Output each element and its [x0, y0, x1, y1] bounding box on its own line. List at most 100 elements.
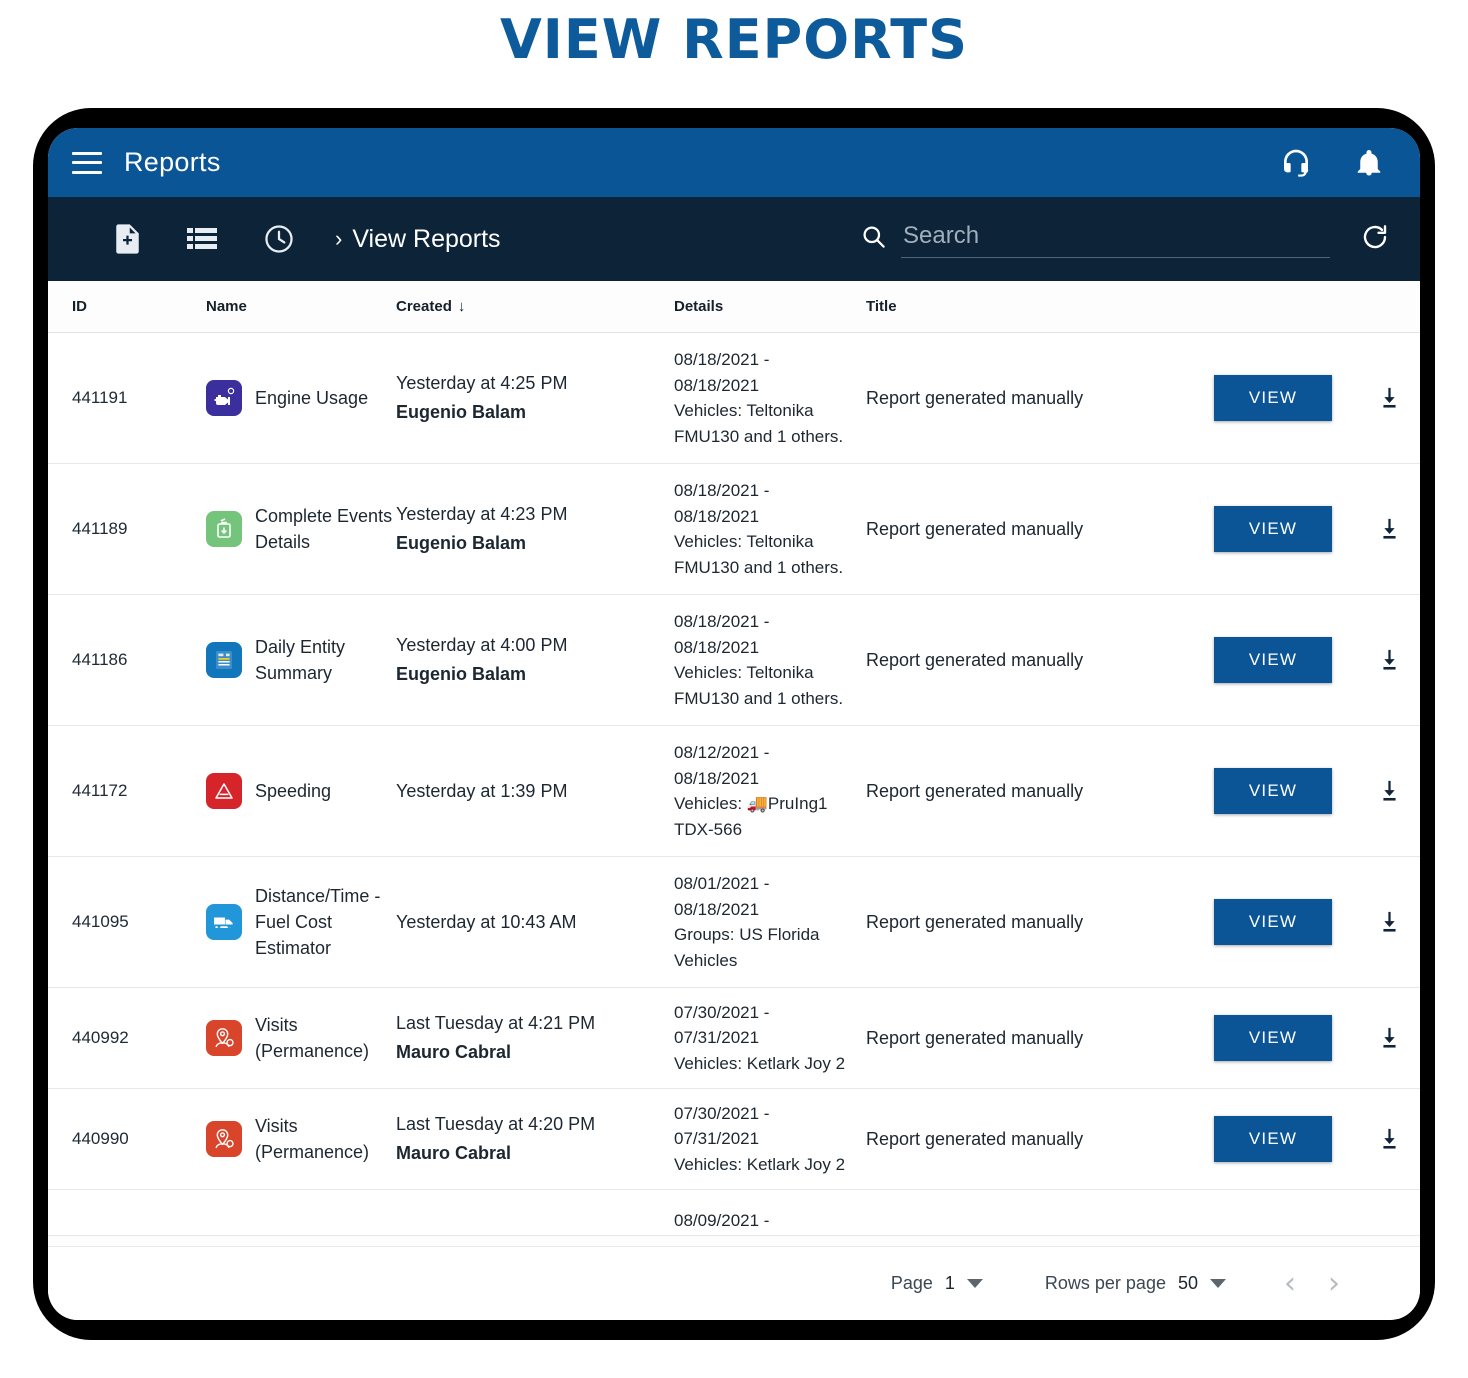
list-icon[interactable] — [187, 226, 217, 252]
report-id: 441189 — [72, 519, 128, 538]
column-header-name[interactable]: Name — [206, 298, 396, 315]
details-line: TDX-566 — [674, 819, 743, 839]
download-icon[interactable] — [1376, 515, 1403, 543]
cell-actions: VIEW — [1214, 768, 1420, 814]
table-row[interactable]: 440992 Visits (Permanence) Last Tuesday at… — [48, 988, 1420, 1089]
details-line: Vehicles: Teltonika — [674, 663, 814, 682]
view-button[interactable]: VIEW — [1214, 1116, 1332, 1162]
cell-actions: VIEW — [1214, 1116, 1420, 1162]
table-row[interactable]: 441189 Complete Events Details Yesterday a… — [48, 464, 1420, 595]
report-id: 441186 — [72, 650, 128, 669]
report-id: 440990 — [72, 1129, 129, 1148]
speeding-cone-icon — [206, 773, 242, 809]
breadcrumb[interactable]: › View Reports — [335, 225, 501, 254]
table-header-row: ID Name Created ↓ Details Title — [48, 281, 1420, 333]
column-header-id[interactable]: ID — [48, 298, 206, 315]
report-name: Distance/Time - Fuel Cost Estimator — [255, 885, 381, 959]
created-time: Yesterday at 4:23 PM — [396, 504, 568, 525]
cell-id: 441191 — [48, 388, 206, 408]
hamburger-icon[interactable] — [72, 151, 102, 174]
cell-id: 441186 — [48, 650, 206, 670]
cell-id: 441189 — [48, 519, 206, 539]
report-title: Report generated manually — [866, 649, 1084, 670]
headset-icon[interactable] — [1280, 147, 1312, 179]
created-time: Yesterday at 4:00 PM — [396, 635, 568, 656]
table-row[interactable]: 441191 Engine Usage Yesterday at 4:25 PM Eu… — [48, 333, 1420, 464]
cell-created: Yesterday at 1:39 PM — [396, 777, 674, 806]
details-line: 08/18/2021 - — [674, 481, 770, 500]
table-row[interactable]: 441172 Speeding Yesterday at 1:39 PM 08/12/… — [48, 726, 1420, 857]
report-name: Visits (Permanence) — [255, 1014, 370, 1061]
report-name: Visits (Permanence) — [255, 1115, 370, 1162]
table-row-partial[interactable]: 08/09/2021 - — [48, 1190, 1420, 1236]
details-line: FMU130 and 1 others. — [674, 688, 844, 708]
cell-name: Complete Events Details — [206, 503, 396, 555]
view-button[interactable]: VIEW — [1214, 1015, 1332, 1061]
bell-icon[interactable] — [1354, 147, 1384, 179]
rows-per-page-chevron-down-icon[interactable] — [1210, 1279, 1226, 1288]
visits-pin-icon — [206, 1020, 242, 1056]
download-icon[interactable] — [1376, 777, 1403, 805]
next-page-icon[interactable]: › — [1312, 1262, 1356, 1306]
rows-per-page-selector[interactable]: Rows per page 50 — [1045, 1273, 1226, 1294]
cell-details: 08/18/2021 - 08/18/2021 Vehicles: Teltonik… — [674, 347, 866, 449]
previous-page-icon[interactable]: ‹ — [1268, 1262, 1312, 1306]
report-name: Daily Entity Summary — [255, 636, 346, 683]
search-icon[interactable] — [860, 223, 887, 255]
created-author: Eugenio Balam — [396, 664, 527, 684]
view-button[interactable]: VIEW — [1214, 375, 1332, 421]
created-author: Eugenio Balam — [396, 402, 527, 422]
details-line: Groups: US Florida — [674, 925, 820, 944]
cell-id: 440992 — [48, 1028, 206, 1048]
cell-id: 440990 — [48, 1129, 206, 1149]
rows-per-page-label: Rows per page — [1044, 1273, 1166, 1293]
download-icon[interactable] — [1376, 1024, 1403, 1052]
details-line: 08/09/2021 - — [674, 1211, 770, 1230]
report-id: 441191 — [72, 388, 128, 407]
search-input[interactable] — [901, 220, 1334, 251]
created-author: Mauro Cabral — [396, 1143, 512, 1163]
breadcrumb-chevron-icon: › — [335, 226, 343, 251]
details-line: Vehicles — [674, 950, 738, 970]
created-time: Yesterday at 1:39 PM — [396, 780, 568, 801]
column-header-created[interactable]: Created ↓ — [396, 298, 674, 315]
file-plus-icon[interactable] — [114, 223, 141, 255]
details-line: 08/18/2021 - — [674, 612, 770, 631]
details-line: 08/18/2021 — [674, 899, 760, 919]
view-button[interactable]: VIEW — [1214, 899, 1332, 945]
cell-actions: VIEW — [1214, 637, 1420, 683]
download-icon[interactable] — [1376, 908, 1403, 936]
details-line: 08/01/2021 - — [674, 874, 770, 893]
view-button[interactable]: VIEW — [1214, 506, 1332, 552]
cell-title: Report generated manually — [866, 650, 1214, 671]
download-icon[interactable] — [1376, 646, 1403, 674]
refresh-icon[interactable] — [1360, 222, 1390, 257]
table-row[interactable]: 440990 Visits (Permanence) Last Tuesday at… — [48, 1089, 1420, 1190]
table-row[interactable]: 441095 Distance/Time - Fuel Cost Estimato… — [48, 857, 1420, 988]
cell-details: 07/30/2021 - 07/31/2021 Vehicles: Ketlark … — [674, 1101, 866, 1178]
report-title: Report generated manually — [866, 387, 1084, 408]
cell-title: Report generated manually — [866, 519, 1214, 540]
rows-per-page-value: 50 — [1177, 1273, 1198, 1293]
cell-title: Report generated manually — [866, 1129, 1214, 1150]
page-chevron-down-icon[interactable] — [966, 1279, 983, 1288]
clock-icon[interactable] — [263, 223, 295, 255]
details-line: Vehicles: Teltonika — [674, 532, 814, 551]
report-title: Report generated manually — [866, 1128, 1084, 1149]
view-button[interactable]: VIEW — [1214, 768, 1332, 814]
paginator: Page 1 Rows per page 50 ‹ › — [48, 1246, 1420, 1320]
column-header-title[interactable]: Title — [866, 298, 1214, 315]
cell-details: 08/01/2021 - 08/18/2021 Groups: US Florida… — [674, 871, 866, 973]
report-title: Report generated manually — [866, 780, 1084, 801]
download-icon[interactable] — [1376, 384, 1403, 412]
view-button[interactable]: VIEW — [1214, 637, 1332, 683]
download-icon[interactable] — [1376, 1125, 1403, 1153]
cell-details: 07/30/2021 - 07/31/2021 Vehicles: Ketlark … — [674, 1000, 866, 1077]
page-selector[interactable]: Page 1 — [891, 1273, 983, 1294]
search-field — [901, 220, 1334, 258]
summary-document-icon — [206, 642, 242, 678]
table-row[interactable]: 441186 Daily Entity Summary Yesterday at 4… — [48, 595, 1420, 726]
cell-details: 08/18/2021 - 08/18/2021 Vehicles: Teltonik… — [674, 609, 866, 711]
cell-actions: VIEW — [1214, 375, 1420, 421]
column-header-details[interactable]: Details — [674, 298, 866, 315]
